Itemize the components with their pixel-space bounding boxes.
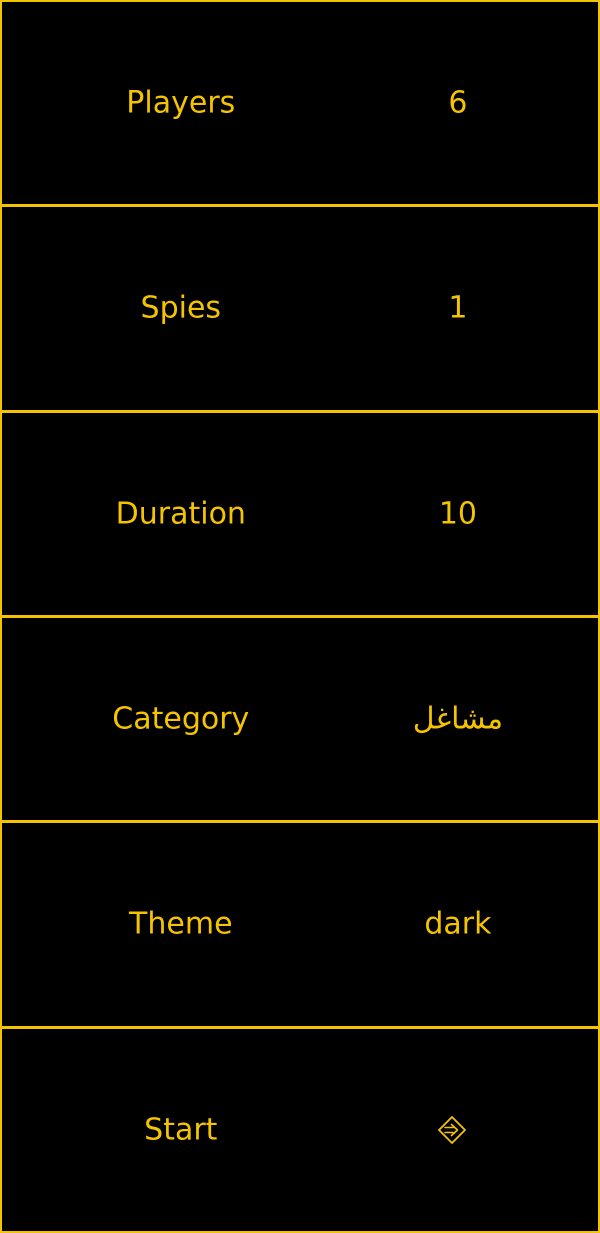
category-label: Category [112, 701, 250, 737]
duration-value: 10 [438, 496, 478, 532]
spies-value: 1 [448, 290, 468, 326]
players-row[interactable]: Players 6 [0, 0, 600, 207]
theme-label: Theme [129, 906, 233, 942]
start-label: Start [144, 1112, 218, 1148]
start-button[interactable]: Start [0, 1026, 600, 1233]
settings-screen: Players 6 Spies 1 Duration 10 Category م… [0, 0, 600, 1233]
players-label: Players [126, 85, 236, 121]
spies-label: Spies [140, 290, 222, 326]
theme-value: dark [424, 906, 492, 942]
enter-arrow-icon [437, 1115, 467, 1145]
theme-row[interactable]: Theme dark [0, 821, 600, 1028]
category-value: مشاغل [412, 701, 504, 737]
spies-row[interactable]: Spies 1 [0, 205, 600, 412]
duration-row[interactable]: Duration 10 [0, 410, 600, 617]
duration-label: Duration [115, 496, 246, 532]
players-value: 6 [448, 85, 468, 121]
category-row[interactable]: Category مشاغل [0, 615, 600, 823]
